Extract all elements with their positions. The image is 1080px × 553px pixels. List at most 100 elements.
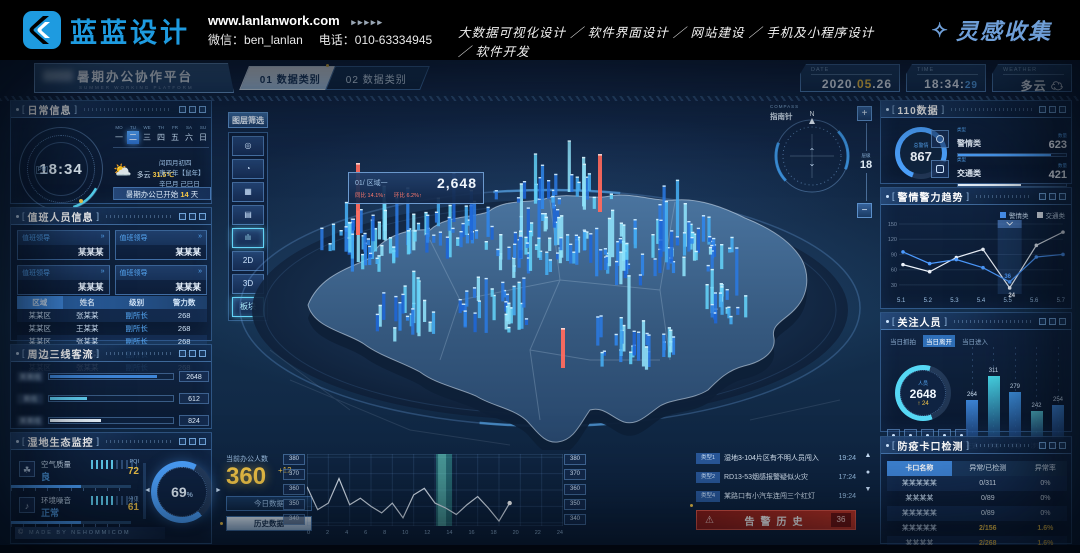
- air-value: 72: [128, 466, 139, 477]
- weekday-cell[interactable]: 五: [169, 131, 181, 144]
- more-icon[interactable]: »: [101, 268, 105, 278]
- checkpoint-detected: 0/89: [952, 491, 1024, 506]
- expand-icon[interactable]: [1059, 193, 1066, 200]
- bar-value: 254: [1053, 397, 1063, 403]
- weekday-cell[interactable]: 一: [113, 131, 125, 144]
- x-tick: 2: [326, 530, 329, 536]
- logo-text: 蓝蓝设计: [70, 11, 190, 50]
- alert-history-label: 告警历史: [722, 513, 831, 528]
- weekday-cell[interactable]: 日: [197, 131, 209, 144]
- bracket: ]: [75, 104, 78, 114]
- checkpoint-col-header: 卡口名称: [887, 461, 952, 476]
- flow-bar-track: [48, 373, 174, 380]
- expand-icon[interactable]: [1059, 442, 1066, 449]
- trend-x-tick: 5.7: [1057, 298, 1065, 304]
- scroll-up-icon[interactable]: ▲: [865, 452, 872, 459]
- expand-icon[interactable]: [199, 106, 206, 113]
- expand-icon[interactable]: [1059, 106, 1066, 113]
- compass: COMPASS 指南针 N ⌃ ⌄: [768, 104, 854, 196]
- alert-row[interactable]: 类型2RD13-53烟感报警疑似火灾17:24: [696, 469, 856, 485]
- duty-cell: 268: [161, 322, 207, 335]
- duty-cell: 王某某: [63, 322, 112, 335]
- y-tick-box: 340: [283, 514, 305, 525]
- office-count-value: 360: [226, 463, 266, 491]
- focus-bar-column: 311涉毒: [985, 347, 1003, 449]
- x-tick: 14: [446, 530, 452, 536]
- website-link[interactable]: www.lanlanwork.com: [208, 13, 340, 28]
- trend-x-tick: 5.4: [977, 298, 985, 304]
- restore-icon[interactable]: [1049, 442, 1056, 449]
- alert-history-banner[interactable]: ⚠ 告警历史 36: [696, 510, 856, 530]
- y-tick-box: 340: [564, 514, 586, 525]
- minimize-icon[interactable]: [179, 213, 186, 220]
- minimize-icon[interactable]: [1039, 193, 1046, 200]
- noise-metric: ♪ 环境噪音 正常 分贝 61: [19, 495, 139, 519]
- minimize-icon[interactable]: [1039, 106, 1046, 113]
- inspiration-collect[interactable]: ✧ 灵感收集: [931, 14, 1052, 46]
- bar-value: 242: [1031, 403, 1041, 409]
- analog-clock: PM 18:34: [19, 127, 103, 211]
- restore-icon[interactable]: [189, 350, 196, 357]
- checkpoint-row: 某某某某某2/1561.6%: [887, 521, 1067, 536]
- duty-leader-card: 值班领导»某某某: [17, 265, 110, 295]
- minimize-icon[interactable]: [1039, 442, 1046, 449]
- weekday-letter: TH: [155, 125, 167, 130]
- more-icon[interactable]: »: [198, 268, 202, 278]
- duty-col-header: 级别: [112, 296, 161, 309]
- logo[interactable]: 蓝蓝设计: [22, 10, 190, 50]
- restore-icon[interactable]: [189, 213, 196, 220]
- checkpoint-rate: 0%: [1024, 476, 1067, 491]
- restore-icon[interactable]: [1049, 193, 1056, 200]
- flow-bar-track: [48, 395, 174, 402]
- zoom-in-button[interactable]: +: [857, 106, 872, 121]
- restore-icon[interactable]: [189, 106, 196, 113]
- weekday-cell[interactable]: 二: [127, 131, 139, 144]
- gauge-left-arrow[interactable]: ◄: [144, 487, 151, 494]
- focus-tab-3[interactable]: 当日进入: [959, 335, 991, 347]
- minimize-icon[interactable]: [179, 350, 186, 357]
- p110-bar-fill: [958, 154, 1051, 156]
- tab-data-category-2[interactable]: 02 数据类别: [325, 66, 430, 90]
- y-tick-box: 380: [283, 454, 305, 465]
- gauge-right-arrow[interactable]: ►: [215, 487, 222, 494]
- more-icon[interactable]: »: [101, 233, 105, 243]
- weekday-cell[interactable]: 三: [141, 131, 153, 144]
- restore-icon[interactable]: [189, 438, 196, 445]
- expand-icon[interactable]: [1059, 318, 1066, 325]
- minimize-icon[interactable]: [179, 438, 186, 445]
- zoom-out-button[interactable]: −: [857, 203, 872, 218]
- phone-label: 电话：: [319, 33, 355, 47]
- alert-row[interactable]: 类型1湿地3-104片区有不明人员闯入19:24: [696, 450, 856, 466]
- expand-icon[interactable]: [199, 213, 206, 220]
- noise-slider[interactable]: [11, 521, 131, 524]
- minimize-icon[interactable]: [179, 106, 186, 113]
- duty-name: 某某某: [18, 245, 109, 259]
- weekday-letter: MO: [113, 125, 125, 130]
- minimize-icon[interactable]: [1039, 318, 1046, 325]
- scroll-down-icon[interactable]: ▼: [865, 486, 872, 493]
- lunar-calendar: 闰四月初四庚子年【鼠年】辛巳月 己巳日: [159, 159, 205, 190]
- air-slider[interactable]: [11, 485, 131, 488]
- weekday-cell[interactable]: 四: [155, 131, 167, 144]
- focus-tab-1[interactable]: 当日抓拍: [887, 335, 919, 347]
- svg-text:36: 36: [1004, 274, 1011, 280]
- scroll-dot-icon[interactable]: ●: [866, 469, 870, 476]
- bottom-strip: 当前办公人数 360 +12 今日数据 历史数据 380370360350340…: [226, 448, 876, 542]
- restore-icon[interactable]: [1049, 106, 1056, 113]
- duty-cell: 张某某: [63, 309, 112, 322]
- expand-icon[interactable]: [199, 350, 206, 357]
- weekday-cell[interactable]: 六: [183, 131, 195, 144]
- alert-text: 某路口有小汽车连闯三个红灯: [724, 491, 834, 501]
- weekday-letter: TU: [127, 125, 139, 130]
- alert-list: 类型1湿地3-104片区有不明人员闯入19:24 类型2RD13-53烟感报警疑似…: [696, 450, 856, 507]
- checkpoint-name: 某某某某: [887, 491, 952, 506]
- restore-icon[interactable]: [1049, 318, 1056, 325]
- y-tick-box: 360: [564, 484, 586, 495]
- focus-tab-2[interactable]: 当日离开: [923, 335, 955, 347]
- time-box: TIME 18:34:29: [906, 64, 986, 92]
- more-icon[interactable]: »: [198, 233, 202, 243]
- svg-text:⌃: ⌃: [809, 147, 816, 156]
- alert-row[interactable]: 类型4某路口有小汽车连闯三个红灯19:24: [696, 488, 856, 504]
- panel-title: 湿地生态监控: [28, 434, 94, 449]
- expand-icon[interactable]: [199, 438, 206, 445]
